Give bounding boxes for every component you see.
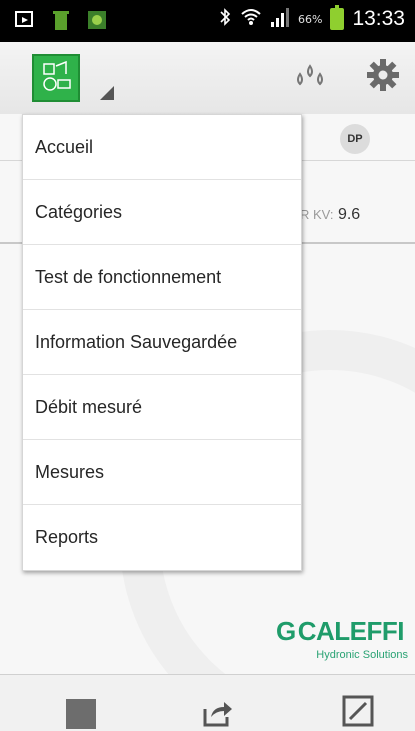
cast-icon (14, 8, 36, 32)
menu-item-categories[interactable]: Catégories (23, 180, 301, 245)
menu-item-mesures[interactable]: Mesures (23, 440, 301, 505)
signal-icon (270, 6, 290, 32)
status-system: 66% 13:33 (218, 5, 405, 32)
brand-name: GCALEFFI (276, 616, 408, 647)
clock: 13:33 (352, 7, 405, 30)
app-notification-icon (86, 8, 108, 32)
menu-item-debit-mesure[interactable]: Débit mesuré (23, 375, 301, 440)
brand-tagline: Hydronic Solutions (316, 649, 408, 661)
status-notifications (14, 8, 108, 32)
gear-icon[interactable] (366, 58, 400, 92)
resize-icon[interactable] (342, 695, 374, 727)
menu-item-test-de-fonctionnement[interactable]: Test de fonctionnement (23, 245, 301, 310)
app-screen: 66% 13:33 DP R KV: 9.6 GCALEFFI Hydronic… (0, 0, 415, 731)
kv-value: 9.6 (337, 206, 361, 223)
bottom-toolbar (0, 674, 415, 731)
stop-icon[interactable] (66, 699, 96, 729)
trash-notification-icon (50, 8, 72, 32)
caleffi-mark-icon: G (276, 616, 296, 646)
spinner-indicator-icon[interactable] (100, 86, 114, 100)
bluetooth-icon (218, 6, 232, 32)
battery-percent: 66% (297, 12, 323, 26)
dp-badge[interactable]: DP (340, 124, 370, 154)
menu-item-accueil[interactable]: Accueil (23, 115, 301, 180)
share-icon[interactable] (200, 695, 234, 729)
brand-name-text: CALEFFI (297, 616, 405, 646)
menu-item-information-sauvegardee[interactable]: Information Sauvegardée (23, 310, 301, 375)
status-bar: 66% 13:33 (0, 0, 415, 42)
water-drops-icon[interactable] (292, 62, 328, 92)
kv-readout: R KV: 9.6 (300, 206, 360, 224)
action-bar (0, 42, 415, 115)
caleffi-logo: GCALEFFI Hydronic Solutions (276, 616, 408, 661)
wifi-icon (240, 6, 262, 32)
battery-icon (330, 5, 345, 30)
app-logo-icon[interactable] (32, 54, 80, 102)
kv-label: R KV: (300, 207, 334, 222)
menu-item-reports[interactable]: Reports (23, 505, 301, 570)
navigation-dropdown-menu: Accueil Catégories Test de fonctionnemen… (22, 114, 302, 571)
